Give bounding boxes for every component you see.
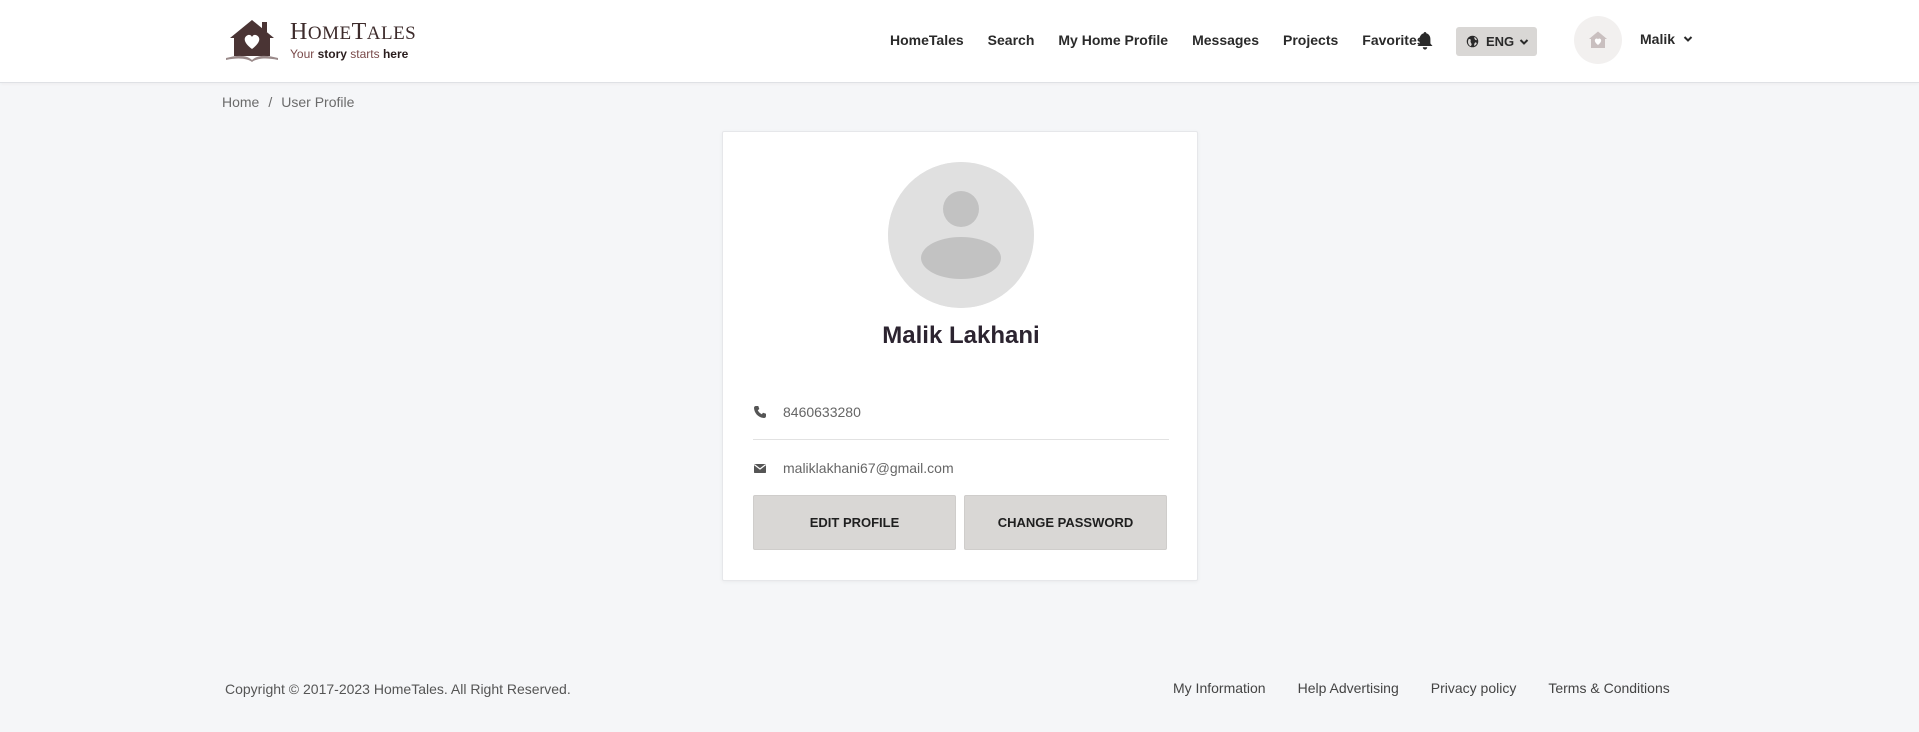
breadcrumb-current: User Profile [281,94,355,110]
phone-row: 8460633280 [753,402,1169,422]
breadcrumb-home[interactable]: Home [222,94,259,110]
footer-link-help-advertising[interactable]: Help Advertising [1298,680,1399,696]
profile-card: Malik Lakhani 8460633280 maliklakhani67@… [722,131,1198,581]
nav-my-home-profile[interactable]: My Home Profile [1058,32,1168,48]
email-value: maliklakhani67@gmail.com [783,460,954,476]
phone-icon [754,406,766,418]
profile-avatar [888,162,1034,308]
hometales-logo[interactable]: HOMETALES Your story starts here [222,16,416,64]
divider [753,439,1169,440]
footer-link-my-information[interactable]: My Information [1173,680,1266,696]
chevron-down-icon [1683,36,1693,42]
user-name-label: Malik [1640,31,1676,47]
phone-value: 8460633280 [783,404,861,420]
footer-links: My Information Help Advertising Privacy … [1173,680,1670,696]
language-selector[interactable]: ENG [1456,27,1537,56]
house-heart-logo-icon [226,20,278,62]
nav-messages[interactable]: Messages [1192,32,1259,48]
logo-title: HOMETALES [290,18,417,45]
nav-hometales[interactable]: HomeTales [890,32,964,48]
bell-icon[interactable] [1416,31,1434,51]
nav-projects[interactable]: Projects [1283,32,1338,48]
profile-name: Malik Lakhani [882,322,1040,349]
breadcrumb: Home / User Profile [222,94,354,110]
breadcrumb-separator: / [268,94,273,110]
header-avatar[interactable] [1574,16,1622,64]
user-avatar-icon [1589,31,1607,48]
email-row: maliklakhani67@gmail.com [753,458,1169,478]
footer-link-privacy-policy[interactable]: Privacy policy [1431,680,1517,696]
edit-profile-button[interactable]: EDIT PROFILE [753,495,956,550]
nav-search[interactable]: Search [988,32,1035,48]
main-nav: HomeTales Search My Home Profile Message… [890,29,1449,51]
logo-text: HOMETALES Your story starts here [290,20,416,61]
language-label: ENG [1486,34,1515,49]
user-menu[interactable]: Malik [1640,31,1693,47]
chevron-down-icon [1519,38,1529,45]
envelope-icon [753,464,767,473]
site-header: HOMETALES Your story starts here HomeTal… [0,0,1919,83]
logo-tagline: Your story starts here [290,46,409,61]
change-password-button[interactable]: CHANGE PASSWORD [964,495,1167,550]
copyright-text: Copyright © 2017-2023 HomeTales. All Rig… [225,681,571,697]
footer-link-terms-conditions[interactable]: Terms & Conditions [1548,680,1669,696]
globe-icon [1466,35,1479,48]
user-avatar-icon [888,162,1034,308]
